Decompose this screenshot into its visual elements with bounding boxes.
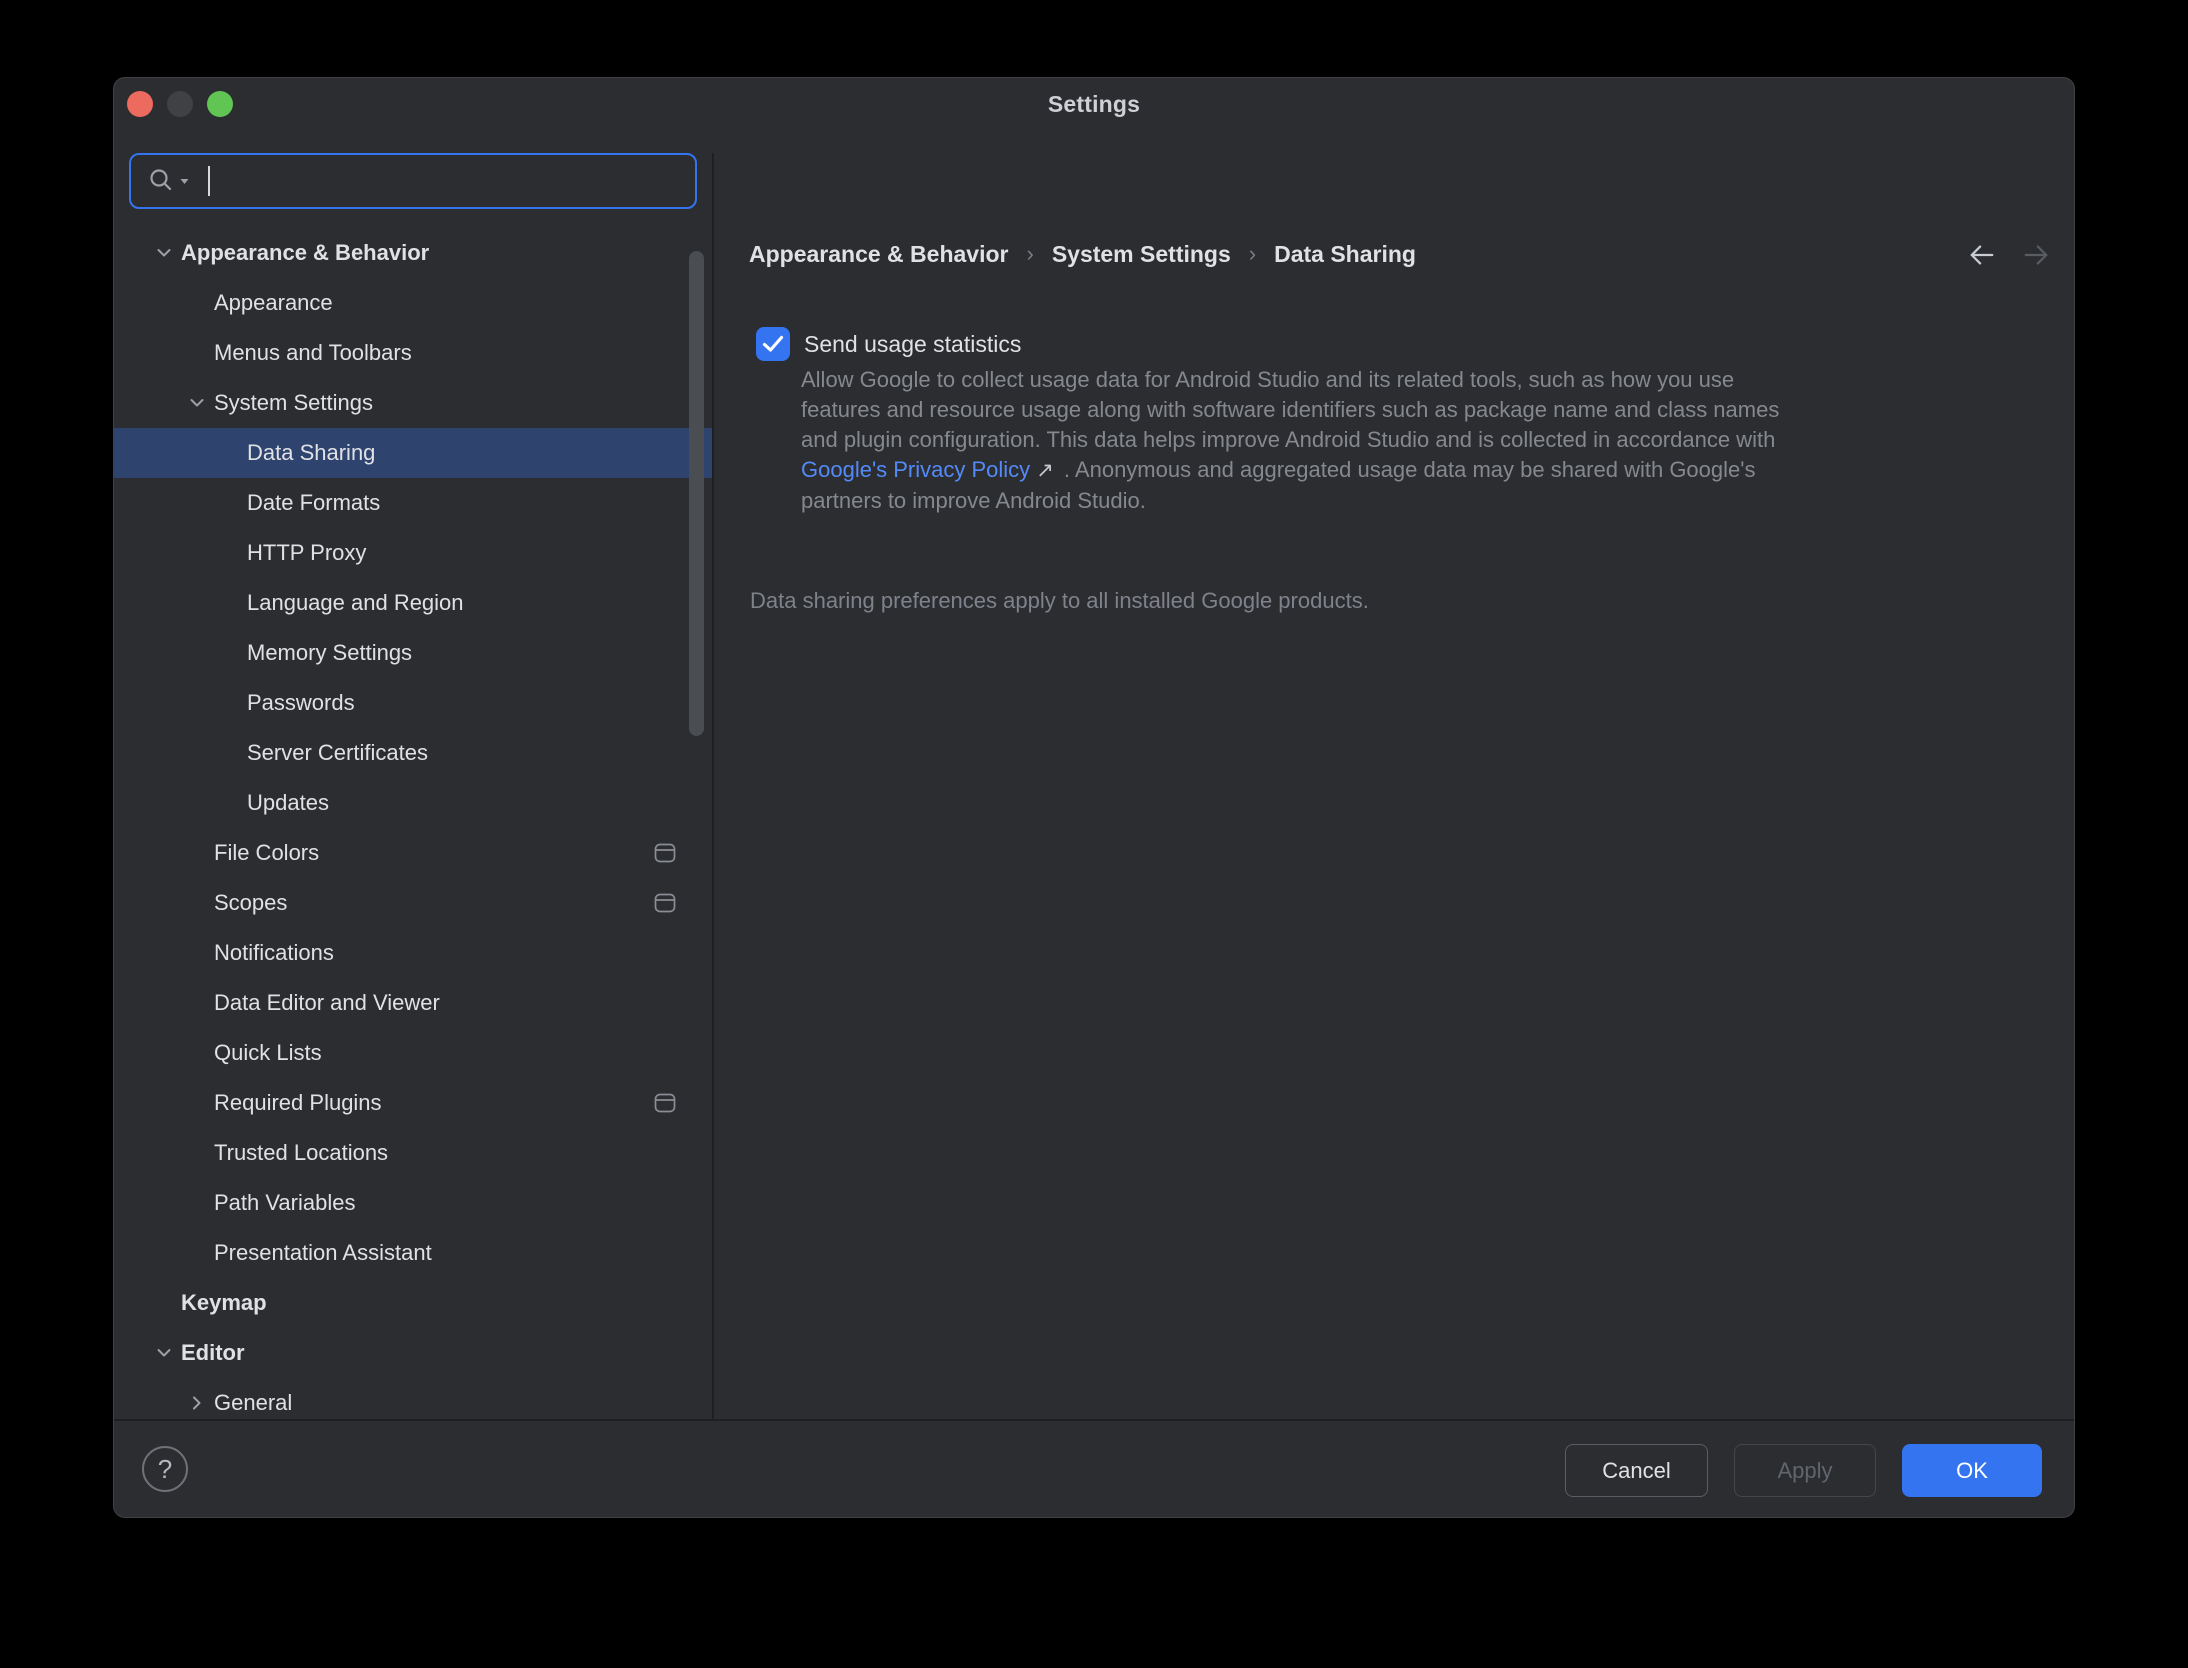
history-nav — [1968, 241, 2050, 269]
dialog-footer: ? Cancel Apply OK — [114, 1419, 2074, 1517]
sidebar-item-keymap[interactable]: Keymap — [114, 1278, 712, 1328]
sidebar-item-label: File Colors — [214, 840, 319, 866]
sidebar-item-label: Required Plugins — [214, 1090, 382, 1116]
help-question-icon: ? — [158, 1454, 172, 1485]
sidebar-item-notifications[interactable]: Notifications — [114, 928, 712, 978]
sidebar-item-appearance[interactable]: Appearance — [114, 278, 712, 328]
checkmark-icon — [762, 335, 784, 353]
settings-sidebar: Appearance & Behavior Appearance Menus and… — [114, 153, 714, 1419]
sidebar-item-label: Quick Lists — [214, 1040, 322, 1066]
breadcrumb-separator: › — [1026, 241, 1033, 267]
sidebar-item-label: Notifications — [214, 940, 334, 966]
sidebar-item-path-variables[interactable]: Path Variables — [114, 1178, 712, 1228]
breadcrumb: Appearance & Behavior › System Settings › Da… — [749, 241, 1416, 268]
sidebar-item-label: Data Editor and Viewer — [214, 990, 440, 1016]
sidebar-item-data-sharing[interactable]: Data Sharing — [114, 428, 712, 478]
help-button[interactable]: ? — [142, 1446, 188, 1492]
sidebar-item-label: Trusted Locations — [214, 1140, 388, 1166]
chevron-down-icon[interactable] — [186, 392, 208, 414]
sidebar-item-label: System Settings — [214, 390, 373, 416]
sidebar-item-file-colors[interactable]: File Colors — [114, 828, 712, 878]
window-pane-icon — [654, 843, 676, 869]
sidebar-item-http-proxy[interactable]: HTTP Proxy — [114, 528, 712, 578]
chevron-down-icon[interactable] — [153, 1342, 175, 1364]
sidebar-item-quick-lists[interactable]: Quick Lists — [114, 1028, 712, 1078]
sidebar-item-label: Memory Settings — [247, 640, 412, 666]
sidebar-item-editor[interactable]: Editor — [114, 1328, 712, 1378]
sidebar-item-label: Scopes — [214, 890, 287, 916]
breadcrumb-item-appearance-behavior[interactable]: Appearance & Behavior — [749, 241, 1008, 268]
privacy-policy-link[interactable]: Google's Privacy Policy — [801, 457, 1030, 482]
sidebar-item-label: Editor — [181, 1340, 245, 1366]
ok-button[interactable]: OK — [1902, 1444, 2042, 1497]
data-sharing-note: Data sharing preferences apply to all in… — [750, 588, 1369, 614]
sidebar-item-date-formats[interactable]: Date Formats — [114, 478, 712, 528]
sidebar-item-label: Data Sharing — [247, 440, 375, 466]
cancel-button[interactable]: Cancel — [1565, 1444, 1708, 1497]
external-link-icon: ↗ — [1030, 459, 1058, 482]
sidebar-item-label: Appearance & Behavior — [181, 240, 429, 266]
settings-window: Settings Appearance & BehaviorAppearance… — [113, 77, 2075, 1518]
sidebar-item-language-and-region[interactable]: Language and Region — [114, 578, 712, 628]
breadcrumb-separator: › — [1249, 241, 1256, 267]
titlebar: Settings — [114, 78, 2074, 153]
send-usage-statistics-checkbox[interactable] — [756, 327, 790, 361]
settings-content: Appearance & Behavior › System Settings › Da… — [714, 153, 2074, 1419]
search-icon — [147, 166, 190, 196]
sidebar-scrollbar[interactable] — [689, 251, 704, 736]
sidebar-item-presentation-assistant[interactable]: Presentation Assistant — [114, 1228, 712, 1278]
sidebar-item-label: General — [214, 1390, 292, 1416]
sidebar-item-system-settings[interactable]: System Settings — [114, 378, 712, 428]
sidebar-item-menus-and-toolbars[interactable]: Menus and Toolbars — [114, 328, 712, 378]
sidebar-item-label: Menus and Toolbars — [214, 340, 412, 366]
chevron-right-icon[interactable] — [186, 1392, 208, 1414]
breadcrumb-item-data-sharing: Data Sharing — [1274, 241, 1416, 268]
send-usage-statistics-row: Send usage statistics — [756, 327, 1021, 361]
sidebar-item-label: Passwords — [247, 690, 355, 716]
sidebar-item-label: HTTP Proxy — [247, 540, 366, 566]
sidebar-item-server-certificates[interactable]: Server Certificates — [114, 728, 712, 778]
sidebar-item-label: Presentation Assistant — [214, 1240, 432, 1266]
forward-arrow-icon — [2022, 241, 2050, 269]
sidebar-item-label: Language and Region — [247, 590, 464, 616]
apply-button: Apply — [1734, 1444, 1876, 1497]
sidebar-item-label: Updates — [247, 790, 329, 816]
window-pane-icon — [654, 893, 676, 919]
sidebar-item-updates[interactable]: Updates — [114, 778, 712, 828]
chevron-down-icon[interactable] — [153, 242, 175, 264]
sidebar-item-label: Date Formats — [247, 490, 380, 516]
sidebar-item-general[interactable]: General — [114, 1378, 712, 1419]
window-pane-icon — [654, 1093, 676, 1119]
description-text-before: Allow Google to collect usage data for A… — [801, 367, 1779, 452]
sidebar-item-label: Appearance — [214, 290, 333, 316]
usage-statistics-description: Allow Google to collect usage data for A… — [801, 365, 1793, 516]
sidebar-item-memory-settings[interactable]: Memory Settings — [114, 628, 712, 678]
sidebar-item-passwords[interactable]: Passwords — [114, 678, 712, 728]
sidebar-item-scopes[interactable]: Scopes — [114, 878, 712, 928]
sidebar-item-label: Path Variables — [214, 1190, 355, 1216]
send-usage-statistics-label: Send usage statistics — [804, 331, 1021, 358]
window-title: Settings — [114, 91, 2074, 118]
settings-tree: Appearance & Behavior Appearance Menus and… — [114, 228, 712, 1419]
sidebar-item-trusted-locations[interactable]: Trusted Locations — [114, 1128, 712, 1178]
sidebar-item-required-plugins[interactable]: Required Plugins — [114, 1078, 712, 1128]
breadcrumb-item-system-settings[interactable]: System Settings — [1052, 241, 1231, 268]
text-caret — [208, 166, 210, 196]
sidebar-item-label: Keymap — [181, 1290, 267, 1316]
sidebar-item-appearance-behavior[interactable]: Appearance & Behavior — [114, 228, 712, 278]
back-arrow-icon[interactable] — [1968, 241, 1996, 269]
search-options-chevron-icon — [179, 177, 190, 186]
sidebar-item-data-editor-and-viewer[interactable]: Data Editor and Viewer — [114, 978, 712, 1028]
search-input[interactable] — [129, 153, 697, 209]
sidebar-item-label: Server Certificates — [247, 740, 428, 766]
